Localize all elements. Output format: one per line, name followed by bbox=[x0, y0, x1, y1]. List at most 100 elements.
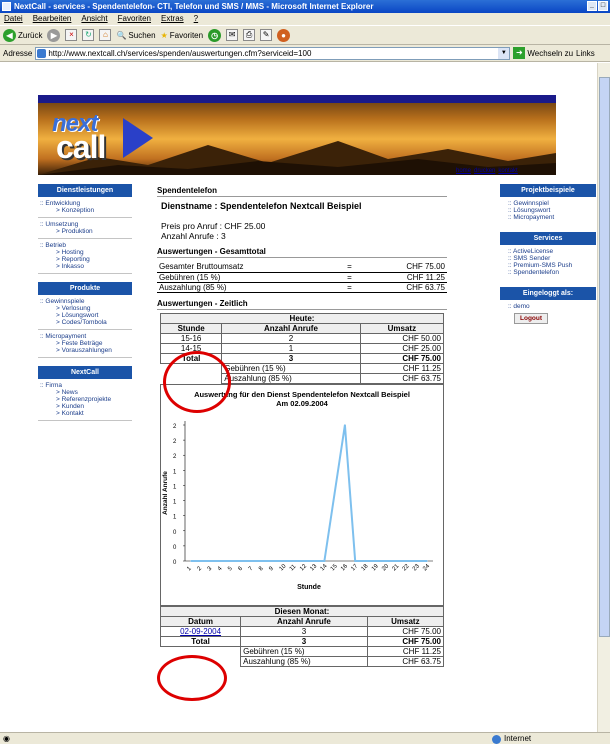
links-button[interactable]: Links bbox=[576, 49, 595, 58]
menu-datei[interactable]: Datei bbox=[4, 13, 23, 25]
menu-help[interactable]: ? bbox=[194, 13, 198, 25]
scroll-thumb[interactable] bbox=[599, 77, 610, 637]
nav-news[interactable]: > News bbox=[40, 389, 132, 396]
sidebar-head-services: Services bbox=[500, 232, 596, 245]
window-titlebar: NextCall - services - Spendentelefon- CT… bbox=[0, 0, 610, 13]
x-tick-label: 11 bbox=[289, 563, 298, 572]
nav-entwicklung[interactable]: :: Entwicklung bbox=[40, 200, 132, 207]
x-tick-label: 9 bbox=[268, 565, 275, 572]
print-link[interactable]: drucken bbox=[474, 168, 495, 174]
nav-produktion[interactable]: > Produktion bbox=[40, 228, 132, 235]
back-button[interactable]: ◀ Zurück bbox=[3, 28, 42, 42]
refresh-button[interactable]: ↻ bbox=[82, 29, 95, 41]
address-dropdown-icon[interactable]: ▼ bbox=[498, 47, 510, 59]
nav-premium-sms-push[interactable]: :: Premium-SMS Push bbox=[508, 262, 596, 269]
data-point bbox=[190, 559, 192, 562]
nav-micropayment-example[interactable]: :: Micropayment bbox=[508, 214, 596, 221]
stop-button[interactable]: × bbox=[65, 29, 78, 41]
menu-extras[interactable]: Extras bbox=[161, 13, 184, 25]
nav-konzeption[interactable]: > Konzeption bbox=[40, 207, 132, 214]
logout-button[interactable]: Logout bbox=[514, 313, 549, 324]
home-link[interactable]: home bbox=[456, 168, 471, 174]
star-icon: ★ bbox=[160, 30, 168, 40]
go-arrow-icon: ➜ bbox=[513, 47, 526, 59]
menu-bearbeiten[interactable]: Bearbeiten bbox=[33, 13, 72, 25]
total-label: Auszahlung (85 %) bbox=[157, 282, 341, 293]
x-tick-label: 3 bbox=[207, 565, 214, 572]
revenue-cell: CHF 25.00 bbox=[359, 342, 445, 354]
data-point bbox=[426, 559, 428, 562]
maximize-button[interactable]: □ bbox=[598, 1, 608, 11]
date-link[interactable]: 02-09-2004 bbox=[159, 625, 242, 637]
menu-favoriten[interactable]: Favoriten bbox=[118, 13, 151, 25]
nav-firma[interactable]: :: Firma bbox=[40, 382, 132, 389]
banner-strip bbox=[38, 95, 556, 103]
page-icon bbox=[37, 48, 47, 58]
forward-button[interactable]: ▶ bbox=[47, 28, 61, 42]
nav-inkasso[interactable]: > Inkasso bbox=[40, 263, 132, 270]
nav-micropayment[interactable]: :: Micropayment bbox=[40, 333, 132, 340]
data-point bbox=[210, 559, 213, 562]
toolbar: ◀ Zurück ▶ × ↻ ⌂ 🔍 Suchen ★ Favoriten ◷ … bbox=[0, 25, 610, 45]
y-tick-label: 0 bbox=[173, 544, 177, 550]
x-tick-label: 20 bbox=[381, 562, 390, 571]
x-tick-label: 6 bbox=[237, 565, 244, 572]
menu-ansicht[interactable]: Ansicht bbox=[81, 13, 107, 25]
search-icon: 🔍 bbox=[116, 30, 127, 40]
nav-betrieb[interactable]: :: Betrieb bbox=[40, 242, 132, 249]
nav-activelicense[interactable]: :: ActiveLicense bbox=[508, 248, 596, 255]
data-point bbox=[374, 559, 377, 562]
revenue-cell: CHF 50.00 bbox=[359, 332, 445, 344]
nav-sms-sender[interactable]: :: SMS Sender bbox=[508, 255, 596, 262]
nav-feste-betraege[interactable]: > Feste Beträge bbox=[40, 340, 132, 347]
nav-spendentelefon[interactable]: :: Spendentelefon bbox=[508, 269, 596, 276]
address-input[interactable]: http://www.nextcall.ch/services/spenden/… bbox=[35, 46, 511, 60]
logged-in-user: :: demo bbox=[508, 303, 530, 310]
data-point bbox=[323, 559, 326, 562]
chart-subtitle: Am 02.09.2004 bbox=[276, 399, 329, 408]
nav-kunden[interactable]: > Kunden bbox=[40, 403, 132, 410]
nav-codes-tombola[interactable]: > Codes/Tombola bbox=[40, 319, 132, 326]
home-button[interactable]: ⌂ bbox=[99, 29, 112, 41]
data-point bbox=[251, 559, 254, 562]
data-point bbox=[303, 559, 305, 562]
favorites-button[interactable]: ★ Favoriten bbox=[161, 31, 204, 40]
nav-gewinnspiele[interactable]: :: Gewinnspiele bbox=[40, 298, 132, 305]
edit-button[interactable]: ✎ bbox=[260, 29, 273, 41]
minimize-button[interactable]: _ bbox=[587, 1, 597, 11]
search-button[interactable]: 🔍 Suchen bbox=[116, 31, 155, 40]
nav-referenzprojekte[interactable]: > Referenzprojekte bbox=[40, 396, 132, 403]
nav-kontakt[interactable]: > Kontakt bbox=[40, 410, 132, 417]
sidebar-group-betrieb: :: Betrieb > Hosting > Reporting > Inkas… bbox=[38, 239, 132, 274]
nav-vorauszahlungen[interactable]: > Vorauszahlungen bbox=[40, 347, 132, 354]
mail-button[interactable]: ✉ bbox=[226, 29, 239, 41]
sidebar-group-entwicklung: :: Entwicklung > Konzeption bbox=[38, 197, 132, 218]
x-tick-label: 7 bbox=[248, 565, 255, 572]
nav-gewinnspiel-example[interactable]: :: Gewinnspiel bbox=[508, 200, 596, 207]
nav-umsetzung[interactable]: :: Umsetzung bbox=[40, 221, 132, 228]
data-point bbox=[313, 559, 315, 562]
print-button[interactable]: ⎙ bbox=[243, 29, 256, 41]
total-calls: 3 bbox=[240, 635, 368, 647]
nav-verlosung[interactable]: > Verlosung bbox=[40, 305, 132, 312]
y-tick-label: 2 bbox=[173, 454, 177, 460]
go-button[interactable]: ➜ Wechseln zu bbox=[513, 47, 573, 59]
contact-link[interactable]: kontakt bbox=[498, 168, 517, 174]
highlight-circle-today bbox=[163, 351, 231, 413]
history-button[interactable]: ◷ bbox=[208, 28, 222, 42]
window-title: NextCall - services - Spendentelefon- CT… bbox=[14, 2, 374, 11]
vertical-scrollbar[interactable] bbox=[597, 63, 610, 732]
address-bar: Adresse http://www.nextcall.ch/services/… bbox=[0, 45, 610, 62]
x-tick-label: 17 bbox=[350, 562, 359, 571]
nav-loesungswort-example[interactable]: :: Lösungswort bbox=[508, 207, 596, 214]
x-tick-label: 15 bbox=[330, 562, 339, 571]
payout-label: Auszahlung (85 %) bbox=[240, 655, 368, 667]
login-box: :: demo Logout bbox=[500, 300, 596, 328]
nav-hosting[interactable]: > Hosting bbox=[40, 249, 132, 256]
sidebar-group-firma: :: Firma > News > Referenzprojekte > Kun… bbox=[38, 379, 132, 421]
data-point bbox=[262, 559, 264, 562]
nav-loesungswort[interactable]: > Lösungswort bbox=[40, 312, 132, 319]
messenger-button[interactable]: ● bbox=[277, 28, 291, 42]
data-point bbox=[220, 559, 223, 562]
nav-reporting[interactable]: > Reporting bbox=[40, 256, 132, 263]
